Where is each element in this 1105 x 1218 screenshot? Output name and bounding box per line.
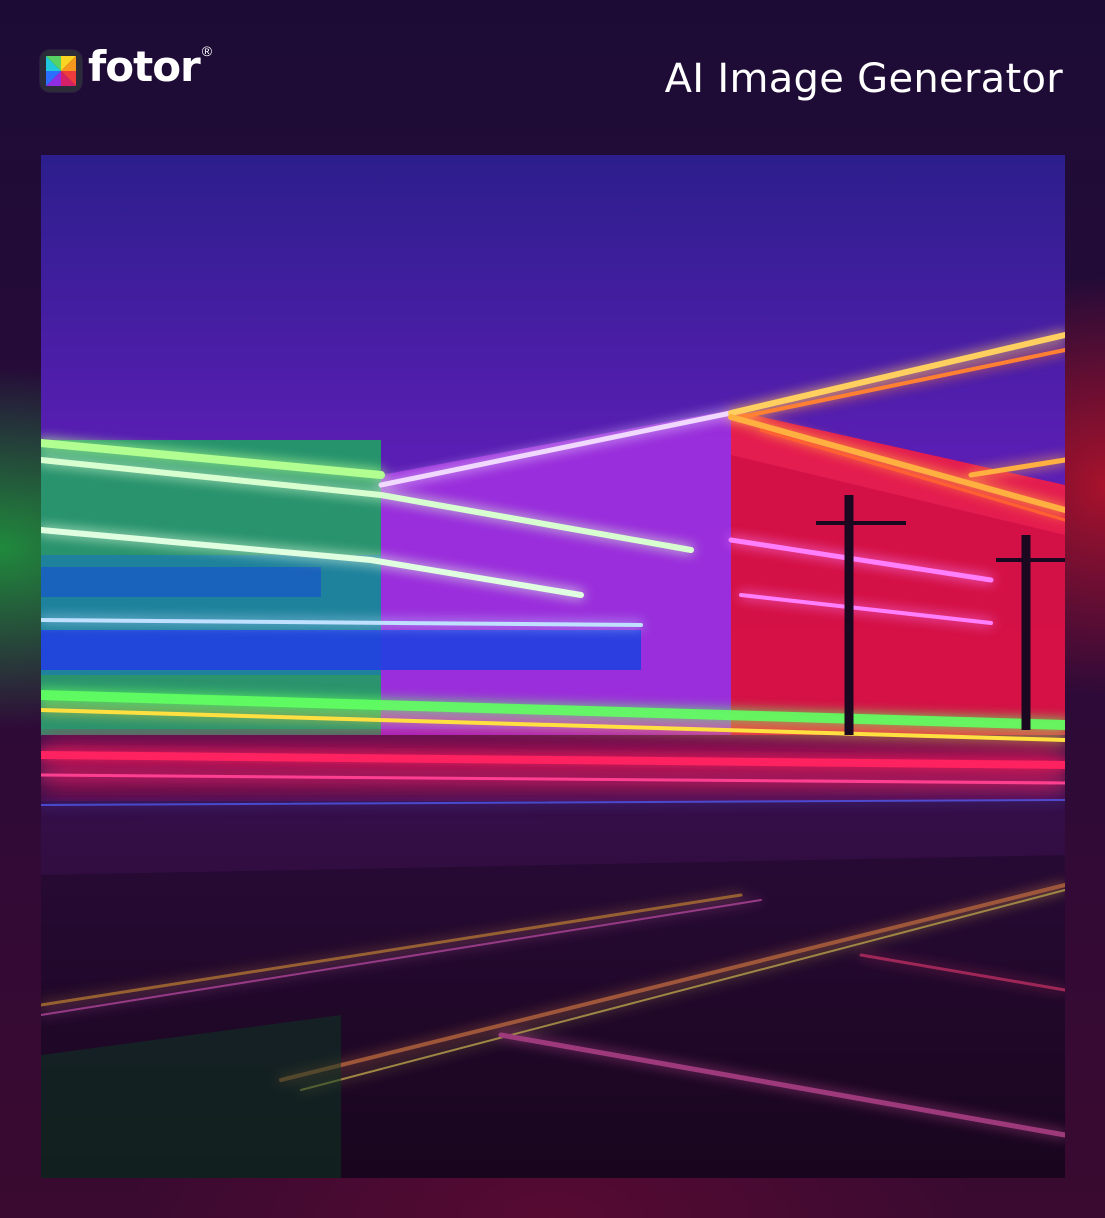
brand-wordmark: fotor	[88, 42, 201, 91]
brand-logo: fotor ®	[40, 43, 216, 92]
registered-mark: ®	[201, 43, 213, 59]
page-title: AI Image Generator	[664, 56, 1063, 102]
generated-image	[41, 155, 1065, 1178]
neon-scene-illustration	[41, 155, 1065, 1178]
color-wheel-icon	[46, 56, 76, 86]
fotor-logo-icon	[40, 50, 82, 92]
